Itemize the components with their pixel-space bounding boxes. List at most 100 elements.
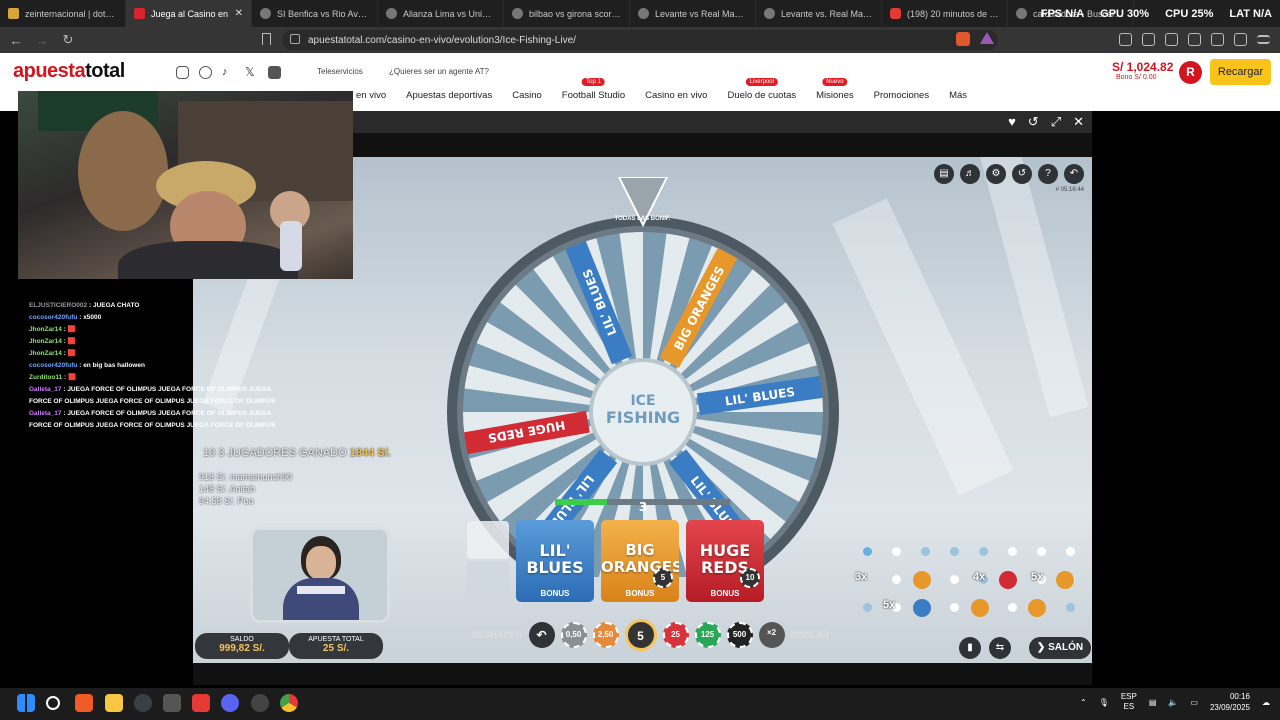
- nav-item[interactable]: Duelo de cuotas Liverpool: [727, 78, 796, 101]
- chip-2[interactable]: 2,50: [592, 622, 619, 648]
- tray-chevron-icon[interactable]: ⌃: [1080, 698, 1087, 707]
- wheel-number: 3: [639, 500, 647, 514]
- chip-6[interactable]: 500: [726, 622, 753, 648]
- undo-button[interactable]: DESHACER: [472, 630, 523, 640]
- wallet-icon[interactable]: [1188, 33, 1201, 46]
- close-game-icon[interactable]: ✕: [1073, 115, 1084, 129]
- address-bar[interactable]: apuestatotal.com/casino-en-vivo/evolutio…: [282, 30, 998, 50]
- result-dot: [863, 603, 872, 612]
- file-explorer-icon[interactable]: [105, 694, 123, 712]
- browser-tab[interactable]: (198) 20 minutos de músic: [882, 0, 1008, 27]
- site-info-icon[interactable]: [290, 34, 300, 44]
- nav-item[interactable]: Casino en vivo: [645, 90, 707, 101]
- refresh-game-icon[interactable]: ↺: [1028, 115, 1039, 129]
- teleservicios-label[interactable]: Teleservicios: [317, 67, 363, 76]
- avatar[interactable]: R: [1179, 61, 1202, 84]
- battery-icon[interactable]: ▭: [1190, 698, 1198, 707]
- bet-lil-blues[interactable]: LIL' BLUES BONUS: [516, 520, 594, 602]
- nav-item[interactable]: Casino: [512, 90, 542, 101]
- taskbar-clock[interactable]: 00:16 23/09/2025: [1210, 691, 1250, 713]
- previous-result-tile: [467, 521, 509, 559]
- browser-tab[interactable]: Levante vs Real Madrid Pr: [630, 0, 756, 27]
- brave-shield-icon[interactable]: [956, 32, 970, 46]
- anydesk-icon[interactable]: [192, 694, 210, 712]
- forward-icon[interactable]: →: [32, 33, 52, 48]
- ai-icon[interactable]: [1211, 33, 1224, 46]
- nav-item[interactable]: Apuestas deportivas: [406, 90, 492, 101]
- browser-tab[interactable]: zeinternacional | dota 2 lm: [0, 0, 126, 27]
- chip-4[interactable]: 25: [662, 622, 689, 648]
- facebook-icon[interactable]: [199, 66, 212, 79]
- chat-message: JhonZar14 : 🟥: [29, 326, 76, 333]
- undo-icon[interactable]: ↶: [528, 622, 555, 648]
- favorite-icon[interactable]: ♥: [1008, 115, 1016, 129]
- chat-message: ELJUSTICIERO002 : JUEGA CHATO: [29, 302, 140, 309]
- chip-selector: DESHACER ↶ 0,50 2,50 5 25 125 500 ×2 DOBLAR: [472, 619, 829, 651]
- browser-tab[interactable]: SI Benfica vs Rio Ave Pron: [252, 0, 378, 27]
- windows-start-icon[interactable]: [17, 694, 35, 712]
- browser-tab[interactable]: Juega al Casino en ✕: [126, 0, 252, 27]
- settings-icon[interactable]: ⚙: [986, 164, 1006, 184]
- tiktok-icon[interactable]: ♪: [222, 66, 235, 79]
- sidebar-icon[interactable]: [1119, 33, 1132, 46]
- chip-3[interactable]: 5: [624, 619, 657, 651]
- tab-favicon-icon: [1016, 8, 1027, 19]
- bookmark-icon[interactable]: [262, 33, 271, 45]
- menu-icon[interactable]: [1257, 35, 1270, 44]
- nav-item[interactable]: Misiones Nuevo: [816, 78, 854, 101]
- panel-icon[interactable]: [1165, 33, 1178, 46]
- bet-huge-reds[interactable]: HUGE REDS BONUS 10: [686, 520, 764, 602]
- nav-item[interactable]: Más: [949, 90, 967, 101]
- brave-icon[interactable]: [75, 694, 93, 712]
- sound-icon[interactable]: ♬: [960, 164, 980, 184]
- taskbar: ⌃ 🎙 ESP ES ▤ 🔈 ▭ 00:16 23/09/2025 ☁: [0, 688, 1280, 720]
- back-icon[interactable]: ←: [6, 33, 26, 48]
- fullscreen-icon[interactable]: ⤢: [1051, 115, 1061, 129]
- bet-big-oranges[interactable]: BIG ORANGES BONUS 5: [601, 520, 679, 602]
- notifications-icon[interactable]: ☁: [1262, 698, 1270, 707]
- search-icon[interactable]: [46, 696, 60, 710]
- youtube-icon[interactable]: [268, 66, 281, 79]
- chip-5[interactable]: 125: [694, 622, 721, 648]
- result-dot: [1066, 603, 1075, 612]
- history-icon[interactable]: ↺: [1012, 164, 1032, 184]
- vpn-icon[interactable]: [1234, 33, 1247, 46]
- nav-item[interactable]: Promociones: [874, 90, 929, 101]
- double-button[interactable]: DOBLAR: [791, 630, 830, 640]
- discord-icon[interactable]: [221, 694, 239, 712]
- language-indicator[interactable]: ESP ES: [1121, 692, 1137, 712]
- network-icon[interactable]: ▤: [1149, 698, 1157, 707]
- close-tab-icon[interactable]: ✕: [235, 8, 243, 19]
- volume-icon[interactable]: 🔈: [1168, 698, 1178, 707]
- chat-icon[interactable]: ▤: [934, 164, 954, 184]
- microphone-icon[interactable]: 🎙: [1099, 698, 1109, 707]
- autoplay-icon[interactable]: ⇆: [989, 637, 1011, 659]
- reload-icon[interactable]: ↻: [58, 32, 78, 48]
- site-logo[interactable]: apuestatotal: [13, 60, 125, 83]
- x-icon[interactable]: 𝕏: [245, 66, 258, 79]
- browser-tab[interactable]: Levante vs. Real Madrid sc: [756, 0, 882, 27]
- winner-entry: 94.58 S/. Poo: [199, 496, 254, 506]
- chrome-icon[interactable]: [280, 694, 298, 712]
- lobby-button[interactable]: ❯ SALÓN: [1029, 637, 1091, 659]
- recharge-button[interactable]: Recargar: [1210, 59, 1271, 85]
- lobby-exit-icon[interactable]: ↶: [1064, 164, 1084, 184]
- browser-tab[interactable]: bilbao vs girona score24 p: [504, 0, 630, 27]
- brave-rewards-icon[interactable]: [980, 32, 994, 44]
- agent-link[interactable]: ¿Quieres ser un agente AT?: [389, 67, 489, 76]
- chip-1[interactable]: 0,50: [560, 622, 587, 648]
- double-icon[interactable]: ×2: [758, 622, 785, 648]
- help-icon[interactable]: ?: [1038, 164, 1058, 184]
- bonus-tag: BONUS: [710, 589, 740, 598]
- nav-item[interactable]: Football Studio Top 1: [562, 78, 625, 101]
- browser-tab[interactable]: Alianza Lima vs Universida: [378, 0, 504, 27]
- steam-icon[interactable]: [134, 694, 152, 712]
- nav-item[interactable]: en vivo: [356, 90, 386, 101]
- game-controls: ▤ ♬ ⚙ ↺ ? ↶: [934, 164, 1084, 184]
- app-icon[interactable]: [251, 694, 269, 712]
- music-icon[interactable]: [1142, 33, 1155, 46]
- stats-icon[interactable]: ▮: [959, 637, 981, 659]
- browser-toolbar: ← → ↻ apuestatotal.com/casino-en-vivo/ev…: [0, 27, 1280, 53]
- calculator-icon[interactable]: [163, 694, 181, 712]
- instagram-icon[interactable]: [176, 66, 189, 79]
